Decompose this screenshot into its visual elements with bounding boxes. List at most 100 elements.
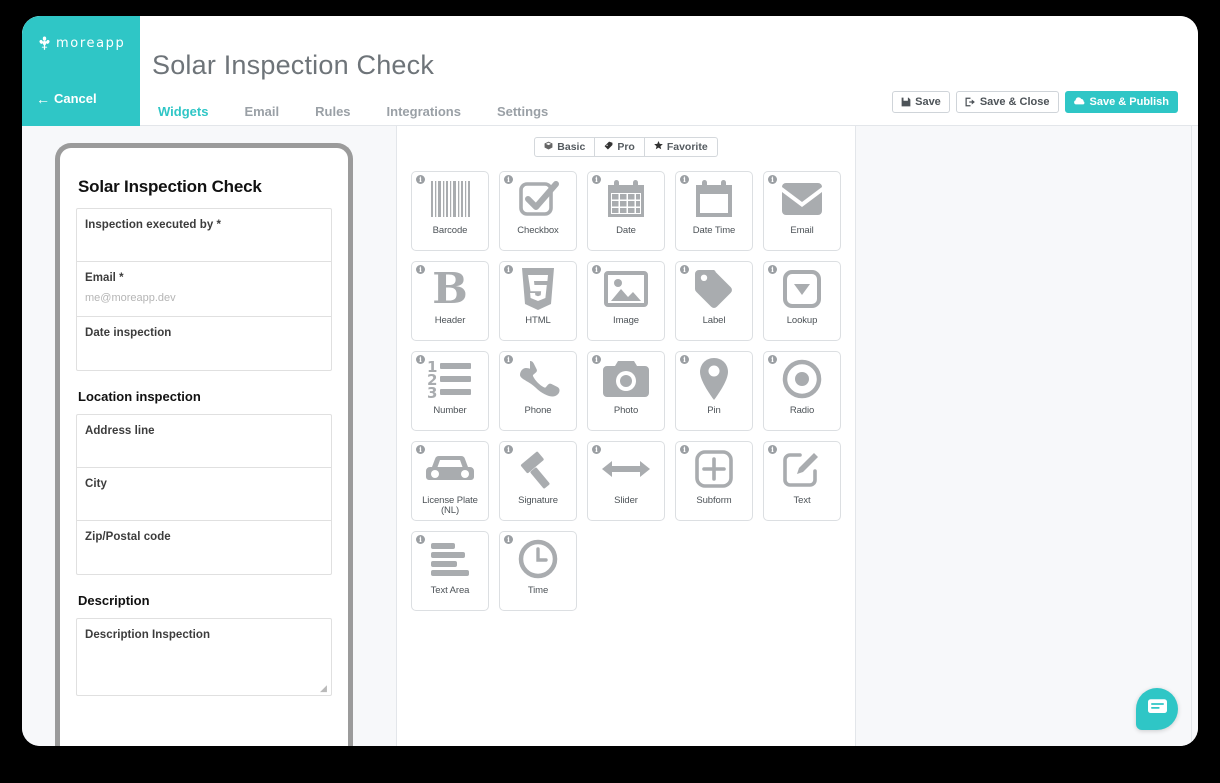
widget-card-html[interactable]: i HTML xyxy=(499,261,577,341)
filter-label: Favorite xyxy=(666,141,708,153)
field-address-line[interactable]: Address line xyxy=(77,415,331,468)
save-and-close-button[interactable]: Save & Close xyxy=(955,91,1059,113)
widget-filter-bar: Basic Pro Favorite xyxy=(397,126,855,157)
resize-handle-icon[interactable]: ◢ xyxy=(320,684,328,693)
top-bar: moreapp ← Cancel Solar Inspection Check … xyxy=(22,16,1198,130)
widget-label: Signature xyxy=(518,495,558,506)
field-label: City xyxy=(85,478,107,490)
info-icon[interactable]: i xyxy=(504,535,513,544)
filter-label: Pro xyxy=(617,141,635,153)
info-icon[interactable]: i xyxy=(592,355,601,364)
widget-card-barcode[interactable]: i Barcode xyxy=(411,171,489,251)
info-icon[interactable]: i xyxy=(768,175,777,184)
widget-label: Phone xyxy=(524,405,552,416)
widget-card-image[interactable]: i Image xyxy=(587,261,665,341)
preview-form-title: Solar Inspection Check xyxy=(78,177,262,196)
tab-email[interactable]: Email xyxy=(226,102,297,126)
widget-card-checkbox[interactable]: i Checkbox xyxy=(499,171,577,251)
widget-grid: i Barcode i Checkbox i Date i Date Time … xyxy=(397,157,852,611)
field-inspection-executed-by[interactable]: Inspection executed by * xyxy=(77,209,331,262)
widget-card-subform[interactable]: i Subform xyxy=(675,441,753,521)
info-icon[interactable]: i xyxy=(592,445,601,454)
widget-card-text[interactable]: i Text xyxy=(763,441,841,521)
field-city[interactable]: City xyxy=(77,468,331,521)
tab-widgets[interactable]: Widgets xyxy=(140,102,226,130)
brand-panel: moreapp ← Cancel xyxy=(22,16,140,126)
field-group-general: Inspection executed by * Email * me@more… xyxy=(76,208,332,371)
widget-card-radio[interactable]: i Radio xyxy=(763,351,841,431)
widget-pane: Basic Pro Favorite i Barcode i Checkbox … xyxy=(397,126,856,746)
widget-card-phone[interactable]: i Phone xyxy=(499,351,577,431)
widget-card-signature[interactable]: i Signature xyxy=(499,441,577,521)
info-icon[interactable]: i xyxy=(416,265,425,274)
info-icon[interactable]: i xyxy=(592,265,601,274)
tab-rules[interactable]: Rules xyxy=(297,102,368,126)
widget-label: Barcode xyxy=(432,225,468,236)
properties-pane xyxy=(856,126,1198,746)
widget-card-date[interactable]: i Date xyxy=(587,171,665,251)
widget-card-email[interactable]: i Email xyxy=(763,171,841,251)
field-description-inspection[interactable]: Description Inspection ◢ xyxy=(76,618,332,696)
widget-label: Label xyxy=(702,315,726,326)
info-icon[interactable]: i xyxy=(680,175,689,184)
filter-basic-button[interactable]: Basic xyxy=(534,137,596,157)
info-icon[interactable]: i xyxy=(504,355,513,364)
info-icon[interactable]: i xyxy=(504,445,513,454)
save-button[interactable]: Save xyxy=(892,91,950,113)
section-title-location: Location inspection xyxy=(78,389,201,404)
widget-card-number[interactable]: i 1 2 3 Number xyxy=(411,351,489,431)
widget-label: Photo xyxy=(613,405,639,416)
filter-pro-button[interactable]: Pro xyxy=(595,137,645,157)
star-icon xyxy=(654,141,663,153)
info-icon[interactable]: i xyxy=(768,445,777,454)
tag-icon xyxy=(604,141,613,153)
widget-card-label[interactable]: i Label xyxy=(675,261,753,341)
widget-card-date-time[interactable]: i Date Time xyxy=(675,171,753,251)
widget-label: Number xyxy=(433,405,467,416)
filter-favorite-button[interactable]: Favorite xyxy=(644,137,718,157)
widget-card-photo[interactable]: i Photo xyxy=(587,351,665,431)
field-group-location: Address line City Zip/Postal code xyxy=(76,414,332,575)
info-icon[interactable]: i xyxy=(592,175,601,184)
info-icon[interactable]: i xyxy=(504,175,513,184)
info-icon[interactable]: i xyxy=(680,265,689,274)
info-icon[interactable]: i xyxy=(768,355,777,364)
tab-integrations[interactable]: Integrations xyxy=(369,102,479,126)
widget-card-slider[interactable]: i Slider xyxy=(587,441,665,521)
save-label: Save xyxy=(915,96,941,108)
widget-label: Text Area xyxy=(430,585,470,596)
info-icon[interactable]: i xyxy=(416,445,425,454)
field-zip-postal-code[interactable]: Zip/Postal code xyxy=(77,521,331,574)
tab-settings[interactable]: Settings xyxy=(479,102,566,126)
info-icon[interactable]: i xyxy=(768,265,777,274)
widget-card-text-area[interactable]: i Text Area xyxy=(411,531,489,611)
info-icon[interactable]: i xyxy=(416,535,425,544)
info-icon[interactable]: i xyxy=(416,175,425,184)
save-and-close-label: Save & Close xyxy=(979,96,1050,108)
widget-label: Text xyxy=(793,495,811,506)
widget-label: Pin xyxy=(707,405,721,416)
widget-card-header[interactable]: i B Header xyxy=(411,261,489,341)
field-label: Inspection executed by * xyxy=(85,219,222,231)
widget-label: Email xyxy=(790,225,814,236)
info-icon[interactable]: i xyxy=(504,265,513,274)
widget-card-lookup[interactable]: i Lookup xyxy=(763,261,841,341)
field-label: Description Inspection xyxy=(85,629,211,641)
info-icon[interactable]: i xyxy=(680,445,689,454)
widget-card-pin[interactable]: i Pin xyxy=(675,351,753,431)
widget-label: Date Time xyxy=(692,225,736,236)
widget-card-license-plate[interactable]: i License Plate (NL) xyxy=(411,441,489,521)
widget-card-time[interactable]: i Time xyxy=(499,531,577,611)
properties-pane-inner xyxy=(856,126,1192,746)
info-icon[interactable]: i xyxy=(680,355,689,364)
field-label: Date inspection xyxy=(85,327,172,339)
field-email[interactable]: Email * me@moreapp.dev xyxy=(77,262,331,317)
info-icon[interactable]: i xyxy=(416,355,425,364)
save-and-publish-button[interactable]: Save & Publish xyxy=(1064,91,1178,113)
chat-support-button[interactable] xyxy=(1136,688,1178,730)
sign-out-icon xyxy=(965,97,976,107)
arrow-left-icon: ← xyxy=(36,90,50,107)
field-date-inspection[interactable]: Date inspection xyxy=(77,317,331,370)
cancel-button[interactable]: ← Cancel xyxy=(36,91,97,106)
tab-bar: Widgets Email Rules Integrations Setting… xyxy=(140,102,566,130)
